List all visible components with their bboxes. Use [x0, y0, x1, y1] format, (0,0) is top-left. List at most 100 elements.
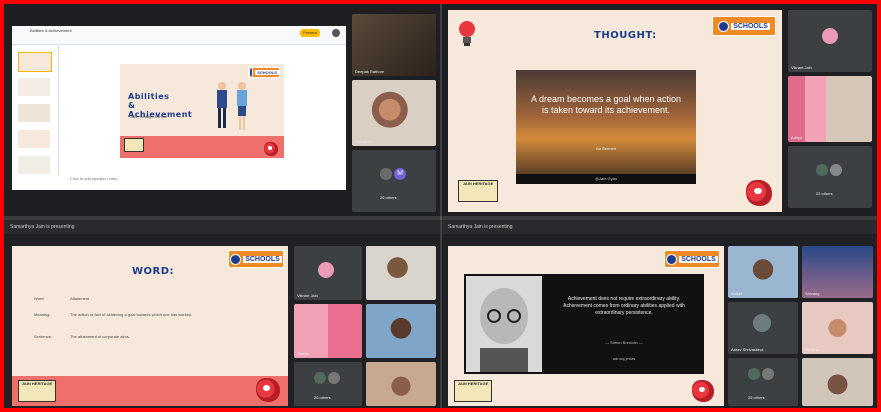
school-logo: SCHOOLS	[228, 250, 284, 268]
participant-name: 25 others	[816, 191, 833, 196]
participant-tile[interactable]: Tanisha	[802, 302, 873, 354]
presenting-banner: Samarthya Jain is presenting	[4, 220, 440, 234]
row-value: The action or fact of achieving a goal t…	[70, 312, 193, 317]
camera-feed	[352, 80, 436, 146]
participant-tile[interactable]: M 26 others	[352, 150, 436, 212]
heritage-stamp: JAIN HERITAGE	[458, 180, 498, 202]
mascot-icon	[692, 380, 714, 402]
participant-tile[interactable]: Aniket	[728, 246, 798, 298]
participant-tile[interactable]: Vikrant Jain	[788, 10, 872, 72]
participant-tile[interactable]	[366, 304, 436, 358]
camera-feed	[788, 76, 872, 142]
avatar	[380, 168, 392, 180]
current-slide[interactable]: SCHOOLS Abilities & Achievement Jain Her…	[120, 64, 284, 158]
filmstrip-thumb[interactable]	[18, 130, 50, 148]
avatar	[753, 314, 771, 332]
participant-name: Deepak Rathore	[355, 69, 385, 74]
participant-name: Vikrant Jain	[297, 293, 318, 298]
mascot-icon	[746, 180, 772, 206]
participant-tile[interactable]: Rohan	[294, 304, 362, 358]
participant-tile[interactable]	[802, 358, 873, 406]
doc-title[interactable]: Abilities & Achievement	[30, 28, 72, 33]
quote-image: A dream becomes a goal when action is ta…	[516, 70, 696, 184]
lightbulb-icon	[459, 21, 475, 46]
row-key: Meaning:	[34, 312, 51, 317]
participant-tile[interactable]: Aarav Shrivastava	[728, 302, 798, 354]
divider-vertical	[440, 4, 442, 408]
participant-tile[interactable]: 26 others	[294, 362, 362, 406]
avatar	[314, 372, 326, 384]
row-key: Word:	[34, 296, 45, 301]
speaker-notes[interactable]: Click to add speaker notes	[70, 176, 117, 181]
camera-feed	[802, 358, 873, 406]
participant-tile[interactable]: Vikrant Jain	[294, 246, 362, 300]
thought-slide: THOUGHT: SCHOOLS A dream becomes a goal …	[448, 10, 782, 212]
filmstrip-thumb[interactable]	[18, 104, 50, 122]
account-avatar[interactable]	[332, 29, 340, 37]
participant-name: Tanisha	[805, 347, 819, 352]
quote-panel: Achievement does not require extraordina…	[464, 274, 704, 374]
heritage-stamp	[124, 138, 144, 152]
quadrant-bottom-left: Samarthya Jain is presenting SCHOOLS WOR…	[4, 220, 440, 408]
row-value: Attainment	[70, 296, 90, 301]
divider-horizontal	[4, 216, 877, 220]
quote-author: — Simon Brennan —	[605, 340, 643, 345]
participant-tile[interactable]: Shivang	[802, 246, 873, 298]
presenting-banner: Samarthya Jain is presenting	[442, 220, 877, 234]
video-call-collage: Abilities & Achievement Present SCHOOLS …	[0, 0, 881, 412]
image-caption-bar: @Jain Gyan	[516, 174, 696, 184]
participant-name: Vikrant Jain	[791, 65, 812, 70]
filmstrip	[12, 46, 59, 176]
school-logo: SCHOOLS	[664, 250, 720, 268]
avatar	[816, 164, 828, 176]
participant-name: Rohan	[297, 351, 309, 356]
participant-tile[interactable]: 25 others	[728, 358, 798, 406]
word-slide: SCHOOLS WORD: Word: Attainment Meaning: …	[12, 246, 288, 406]
slide-footer-band	[120, 136, 284, 158]
quote-author: Bo Bennett	[596, 146, 616, 151]
participant-tile[interactable]: 25 others	[788, 146, 872, 208]
quote-slide: SCHOOLS Achievement does not require ext…	[448, 246, 724, 406]
heritage-stamp: JAIN HERITAGE	[454, 380, 492, 402]
participant-name: Aarav Shrivastava	[731, 347, 764, 352]
slide-title: WORD:	[132, 266, 175, 277]
participant-tile[interactable]	[366, 246, 436, 300]
school-logo: SCHOOLS	[248, 67, 280, 78]
participant-tile[interactable]: Aditya	[788, 76, 872, 142]
camera-feed	[294, 304, 362, 358]
filmstrip-thumb[interactable]	[18, 52, 52, 72]
portrait-photo	[466, 276, 542, 372]
avatar	[762, 368, 774, 380]
filmstrip-thumb[interactable]	[18, 156, 50, 174]
avatar	[830, 164, 842, 176]
participant-name: Aditya	[791, 135, 803, 140]
avatar	[328, 372, 340, 384]
present-label: Present	[303, 30, 317, 35]
participant-name: 25 others	[748, 395, 765, 400]
avatar: M	[394, 168, 406, 180]
slide-subtitle: Jain Heritage School	[130, 114, 167, 119]
quadrant-bottom-right: Samarthya Jain is presenting SCHOOLS Ach…	[442, 220, 877, 408]
heritage-stamp: JAIN HERITAGE	[18, 380, 56, 402]
quote-caption: aai auj jerlas	[612, 356, 636, 361]
stamp-text: JAIN HERITAGE	[457, 381, 489, 386]
present-button[interactable]: Present	[300, 29, 320, 37]
quadrant-top-right: THOUGHT: SCHOOLS A dream becomes a goal …	[442, 4, 877, 216]
participant-name: 26 others	[314, 395, 331, 400]
participant-tile[interactable]	[366, 362, 436, 406]
participant-tile[interactable]: Deepak Rathore	[352, 14, 436, 76]
avatar	[318, 262, 334, 278]
quote-text: A dream becomes a goal when action is ta…	[530, 94, 682, 115]
filmstrip-thumb[interactable]	[18, 78, 50, 96]
participant-tile[interactable]: Shivanshi	[352, 80, 436, 146]
quadrant-top-left: Abilities & Achievement Present SCHOOLS …	[4, 4, 440, 216]
mascot-icon	[264, 142, 278, 156]
participant-name: 26 others	[380, 195, 397, 200]
slides-editor-window: Abilities & Achievement Present SCHOOLS …	[12, 26, 346, 190]
business-people-illustration	[217, 82, 247, 130]
avatar	[748, 368, 760, 380]
editor-menubar: Abilities & Achievement Present	[12, 26, 346, 45]
slide-title: THOUGHT:	[594, 30, 657, 41]
participant-name: Shivang	[805, 291, 820, 296]
mascot-icon	[256, 378, 280, 402]
